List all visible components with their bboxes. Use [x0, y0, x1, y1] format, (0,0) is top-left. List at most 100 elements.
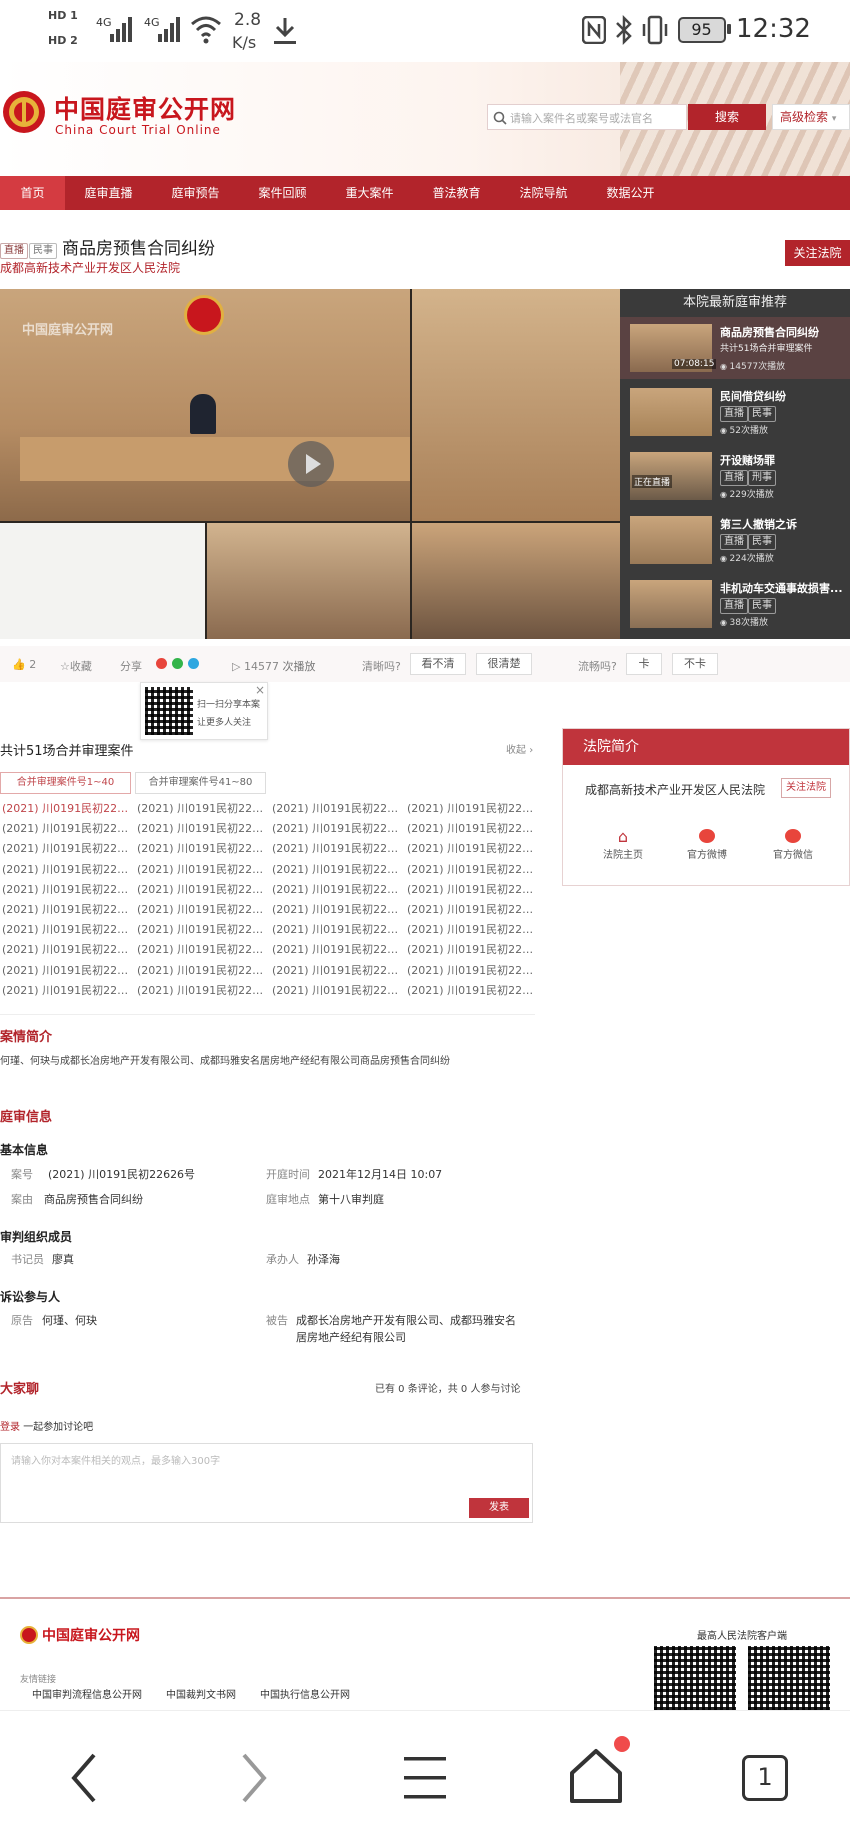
lag-button[interactable]: 卡 — [626, 653, 662, 675]
merged-case-link[interactable]: (2021) 川0191民初225... — [272, 901, 400, 917]
footer-link-1[interactable]: 中国审判流程信息公开网 — [32, 1686, 142, 1701]
nav-item-court-nav[interactable]: 法院导航 — [500, 176, 587, 210]
merged-case-link[interactable]: (2021) 川0191民初225... — [137, 861, 265, 877]
merged-case-link[interactable]: (2021) 川0191民初225... — [2, 840, 130, 856]
nav-item-education[interactable]: 普法教育 — [413, 176, 500, 210]
video-player[interactable]: 中国庭审公开网 — [0, 289, 620, 639]
collect-button[interactable]: ☆收藏 — [60, 658, 92, 674]
merged-case-link[interactable]: (2021) 川0191民初226... — [272, 982, 400, 998]
search-button[interactable]: 搜索 — [688, 104, 766, 130]
wechat-icon — [785, 829, 801, 843]
merged-case-link[interactable]: (2021) 川0191民初226... — [407, 941, 535, 957]
merged-case-link[interactable]: (2021) 川0191民初225... — [2, 861, 130, 877]
merged-case-link[interactable]: (2021) 川0191民初225... — [2, 881, 130, 897]
tab-merged-41-80[interactable]: 合并审理案件号41~80 — [135, 772, 266, 794]
merged-case-link[interactable]: (2021) 川0191民初225... — [272, 861, 400, 877]
merged-case-link[interactable]: (2021) 川0191民初226... — [407, 982, 535, 998]
merged-case-link[interactable]: (2021) 川0191民初225... — [2, 901, 130, 917]
merged-case-link[interactable]: (2021) 川0191民初226... — [2, 982, 130, 998]
no-lag-button[interactable]: 不卡 — [672, 653, 718, 675]
share-qq-icon[interactable] — [188, 658, 199, 669]
court-weibo-link[interactable]: 官方微博 — [677, 827, 737, 861]
site-logo-title[interactable]: 中国庭审公开网 — [54, 90, 236, 126]
merged-case-link[interactable]: (2021) 川0191民初225... — [407, 921, 535, 937]
merged-case-link[interactable]: (2021) 川0191民初225... — [407, 840, 535, 856]
merged-case-link[interactable]: (2021) 川0191民初225... — [137, 820, 265, 836]
nav-item-live[interactable]: 庭审直播 — [65, 176, 152, 210]
clear-button[interactable]: 很清楚 — [476, 653, 532, 675]
tab-merged-1-40[interactable]: 合并审理案件号1~40 — [0, 772, 131, 794]
merged-case-link[interactable]: (2021) 川0191民初225... — [137, 881, 265, 897]
video-feed-bottom-right — [412, 523, 620, 639]
merged-case-link[interactable]: (2021) 川0191民初226... — [2, 800, 130, 816]
share-weibo-icon[interactable] — [156, 658, 167, 669]
chevron-down-icon: ▾ — [831, 114, 837, 124]
close-icon[interactable]: × — [255, 683, 265, 697]
merged-case-link[interactable]: (2021) 川0191民初225... — [137, 840, 265, 856]
merged-case-link[interactable]: (2021) 川0191民初225... — [272, 820, 400, 836]
search-input[interactable]: 请输入案件名或案号或法官名 — [510, 110, 653, 126]
recommend-item-tag: 民事 — [748, 534, 776, 550]
recommend-item[interactable]: 正在直播 开设赌场罪 直播 刑事 ◉ 229次播放 — [620, 445, 850, 507]
merged-case-link[interactable]: (2021) 川0191民初226... — [137, 962, 265, 978]
menu-icon[interactable] — [402, 1753, 448, 1803]
nav-item-data[interactable]: 数据公开 — [587, 176, 674, 210]
merged-case-link[interactable]: (2021) 川0191民初225... — [137, 941, 265, 957]
collapse-button[interactable]: 收起 › — [506, 741, 533, 756]
merged-case-link[interactable]: (2021) 川0191民初225... — [272, 840, 400, 856]
court-wechat-link[interactable]: 官方微信 — [763, 827, 823, 861]
back-icon[interactable] — [66, 1751, 102, 1805]
recommend-item[interactable]: 非机动车交通事故损害... 直播 民事 ◉ 38次播放 — [620, 573, 850, 635]
home-icon[interactable] — [568, 1745, 624, 1807]
merged-case-link[interactable]: (2021) 川0191民初226... — [272, 962, 400, 978]
share-wechat-icon[interactable] — [172, 658, 183, 669]
merged-case-link[interactable]: (2021) 川0191民初225... — [137, 921, 265, 937]
play-button-icon[interactable] — [288, 441, 334, 487]
follow-court-button[interactable]: 关注法院 — [785, 240, 850, 266]
nav-item-review[interactable]: 案件回顾 — [239, 176, 326, 210]
merged-case-link[interactable]: (2021) 川0191民初225... — [2, 941, 130, 957]
merged-case-link[interactable]: (2021) 川0191民初225... — [272, 941, 400, 957]
merged-case-link[interactable]: (2021) 川0191民初226... — [2, 962, 130, 978]
merged-case-link[interactable]: (2021) 川0191民初225... — [407, 820, 535, 836]
unclear-button[interactable]: 看不清 — [410, 653, 466, 675]
merged-case-link[interactable]: (2021) 川0191民初225... — [272, 800, 400, 816]
forward-icon[interactable] — [236, 1751, 272, 1805]
nav-item-home[interactable]: 首页 — [0, 176, 65, 210]
login-link[interactable]: 登录 — [0, 1422, 20, 1433]
footer-links-title: 友情链接 — [20, 1675, 57, 1685]
merged-case-link[interactable]: (2021) 川0191民初225... — [272, 921, 400, 937]
like-button[interactable]: 👍 2 — [12, 658, 36, 671]
recommend-item[interactable]: 第三人撤销之诉 直播 民事 ◉ 224次播放 — [620, 509, 850, 571]
merged-case-link[interactable]: (2021) 川0191民初225... — [272, 881, 400, 897]
search-box[interactable]: 请输入案件名或案号或法官名 — [487, 104, 687, 130]
footer-link-3[interactable]: 中国执行信息公开网 — [260, 1686, 350, 1701]
nav-item-major[interactable]: 重大案件 — [326, 176, 413, 210]
merged-case-link[interactable]: (2021) 川0191民初225... — [137, 901, 265, 917]
recommend-item[interactable]: 民间借贷纠纷 直播 民事 ◉ 52次播放 — [620, 381, 850, 443]
footer-link-2[interactable]: 中国裁判文书网 — [166, 1686, 236, 1701]
merged-case-link[interactable]: (2021) 川0191民初225... — [407, 800, 535, 816]
merged-case-link[interactable]: (2021) 川0191民初225... — [407, 861, 535, 877]
merged-case-link[interactable]: (2021) 川0191民初221... — [137, 800, 265, 816]
nav-item-preview[interactable]: 庭审预告 — [152, 176, 239, 210]
merged-case-link[interactable]: (2021) 川0191民初225... — [407, 901, 535, 917]
tabs-button[interactable]: 1 — [742, 1755, 788, 1801]
merged-case-link[interactable]: (2021) 川0191民初226... — [407, 962, 535, 978]
comment-box[interactable]: 请输入你对本案件相关的观点，最多输入300字 发表 — [0, 1443, 533, 1523]
court-follow-button[interactable]: 关注法院 — [781, 778, 831, 798]
merged-case-link[interactable]: (2021) 川0191民初225... — [2, 921, 130, 937]
comment-input[interactable]: 请输入你对本案件相关的观点，最多输入300字 — [11, 1452, 220, 1467]
clerk-value: 廖真 — [52, 1253, 74, 1266]
recommend-item[interactable]: 07:08:15 商品房预售合同纠纷 共计51场合并审理案件 ◉ 14577次播放 — [620, 317, 850, 379]
merged-case-link[interactable]: (2021) 川0191民初226... — [137, 982, 265, 998]
court-home-link[interactable]: ⌂ 法院主页 — [593, 827, 653, 861]
vibrate-icon — [640, 14, 670, 46]
case-court-link[interactable]: 成都高新技术产业开发区人民法院 — [0, 259, 180, 276]
submit-comment-button[interactable]: 发表 — [469, 1498, 529, 1518]
advanced-search-button[interactable]: 高级检索 ▾ — [772, 104, 850, 130]
merged-case-link[interactable]: (2021) 川0191民初225... — [407, 881, 535, 897]
merged-case-link[interactable]: (2021) 川0191民初225... — [2, 820, 130, 836]
summary-text: 何瑾、何玦与成都长冶房地产开发有限公司、成都玛雅安名居房地产经纪有限公司商品房预… — [0, 1056, 450, 1067]
recommend-item-tag: 民事 — [748, 406, 776, 422]
